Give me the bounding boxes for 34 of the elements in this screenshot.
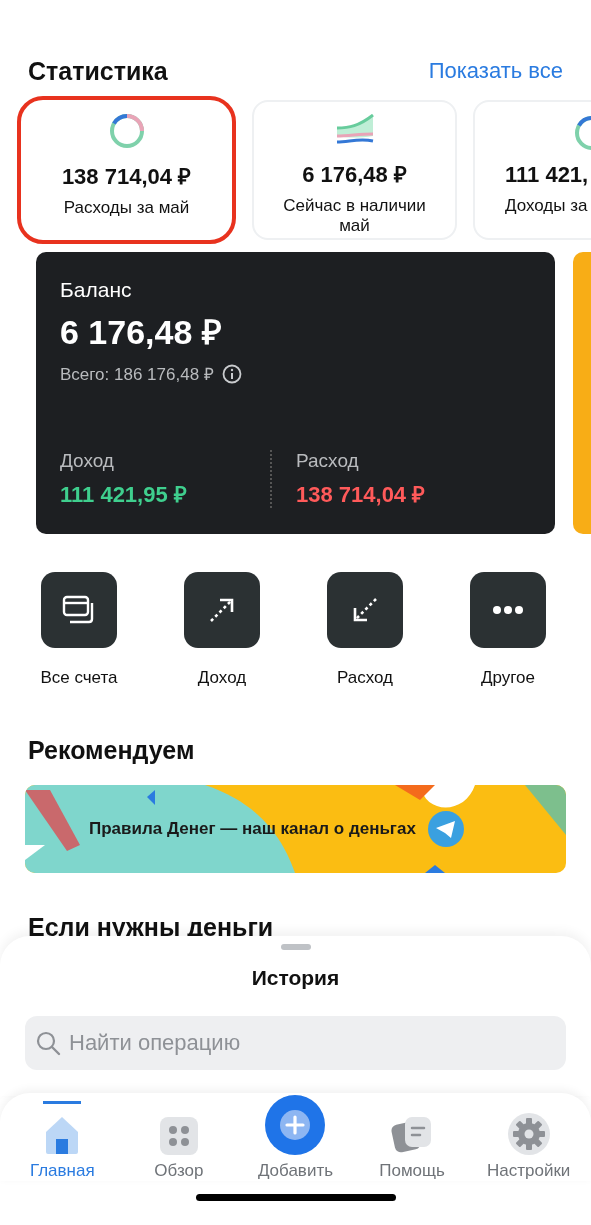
amount-text: 6 176,48 ₽ [302, 161, 407, 188]
amount-text: 138 714,04 ₽ [61, 163, 192, 190]
section-title: Статистика [28, 56, 168, 86]
balance-title: Баланс [60, 278, 133, 302]
show-all-link[interactable]: Показать все [428, 58, 563, 84]
tab[interactable]: Настройки [473, 1099, 584, 1181]
card-label: Расходы за май [62, 198, 191, 218]
stat-card[interactable]: 111 421, Доходы за [473, 100, 591, 240]
section-title: Рекомендуем [28, 736, 196, 766]
stat-card[interactable]: 138 714,04 ₽ Расходы за май [17, 96, 236, 244]
section-title: Если нужны деньги [28, 913, 275, 943]
expense-label: Расход [296, 450, 360, 472]
total-text: Всего: 186 176,48 ₽ [60, 364, 214, 385]
action-label: Все счета [40, 668, 118, 688]
card-label: Сейчас в наличии май [282, 196, 427, 236]
stat-card[interactable]: 6 176,48 ₽ Сейчас в наличии май [252, 100, 457, 240]
search-field[interactable]: Найти операцию [25, 1016, 566, 1070]
balance-amount: 6 176,48 ₽ [60, 312, 223, 353]
tab[interactable]: Обзор [123, 1103, 234, 1181]
action-label: Расход [336, 668, 393, 688]
expense-amount: 138 714,04 ₽ [296, 481, 427, 508]
tab[interactable]: Добавить [240, 1095, 351, 1181]
card-label: Доходы за [505, 196, 588, 216]
action-label: Доход [197, 668, 247, 688]
income-label: Доход [60, 450, 115, 472]
banner-text: Правила Денег — наш канал о деньгах [89, 819, 416, 839]
sheet-title: История [251, 966, 340, 990]
tab[interactable]: Помощь [357, 1101, 468, 1181]
income-amount: 111 421,95 ₽ [60, 481, 188, 508]
channel-banner[interactable]: Правила Денег — наш канал о деньгах [25, 785, 566, 873]
tab[interactable]: Главная [7, 1101, 118, 1181]
balance-card[interactable]: Баланс 6 176,48 ₽ Всего: 186 176,48 ₽ Доход 111 421,95 ₽ Расход 138 714,04 ₽ [36, 252, 555, 534]
action-label: Другое [481, 668, 535, 688]
amount-text: 111 421, [505, 162, 589, 188]
